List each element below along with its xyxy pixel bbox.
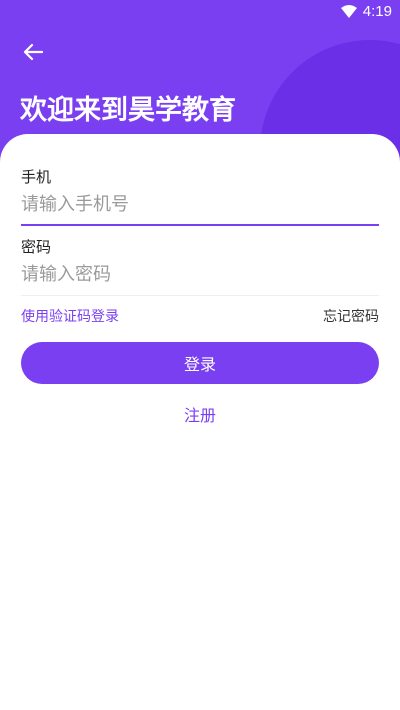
phone-label: 手机 [21, 168, 52, 186]
password-input[interactable] [21, 256, 379, 292]
page-title: 欢迎来到昊学教育 [20, 95, 236, 126]
phone-input[interactable] [21, 186, 379, 222]
forgot-password-link[interactable]: 忘记密码 [323, 306, 379, 326]
status-time: 4:19 [362, 3, 392, 20]
login-card: 手机 密码 使用验证码登录 忘记密码 登录 注册 [0, 134, 400, 710]
sms-login-link[interactable]: 使用验证码登录 [21, 306, 119, 326]
status-bar: 4:19 [0, 0, 400, 24]
status-icons: 4:19 [340, 3, 392, 20]
login-button[interactable]: 登录 [21, 342, 379, 384]
wifi-icon [340, 4, 357, 19]
password-label: 密码 [21, 238, 52, 256]
back-button[interactable] [20, 42, 46, 66]
register-link[interactable]: 注册 [0, 402, 400, 426]
password-underline [21, 295, 379, 296]
phone-underline [21, 224, 379, 226]
arrow-left-icon [23, 43, 44, 65]
